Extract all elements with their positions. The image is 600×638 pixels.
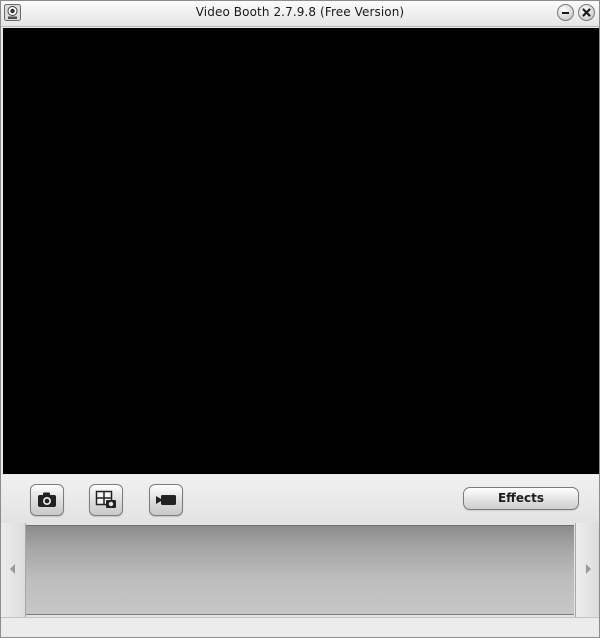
video-preview[interactable]: [3, 28, 599, 474]
record-video-button[interactable]: [149, 484, 183, 516]
multi-photo-button[interactable]: [89, 484, 123, 516]
title-bar[interactable]: Video Booth 2.7.9.8 (Free Version): [1, 1, 599, 27]
close-icon: [582, 8, 591, 17]
effects-button[interactable]: Effects: [463, 487, 579, 510]
take-photo-button[interactable]: [30, 484, 64, 516]
video-camera-icon: [156, 495, 176, 505]
chevron-right-icon: [586, 564, 591, 574]
chevron-left-icon: [10, 564, 15, 574]
app-window: Video Booth 2.7.9.8 (Free Version) Effec…: [0, 0, 600, 638]
capture-toolbar: Effects: [1, 475, 599, 523]
photo-grid-icon: [95, 490, 116, 508]
gallery-scroll-left-button[interactable]: [1, 523, 26, 617]
gallery-scroll-right-button[interactable]: [575, 523, 599, 617]
minimize-icon: [562, 12, 569, 14]
camera-icon: [38, 492, 56, 507]
minimize-button[interactable]: [557, 4, 574, 21]
thumbnail-strip[interactable]: [26, 525, 574, 615]
window-title: Video Booth 2.7.9.8 (Free Version): [195, 5, 405, 19]
status-bar: [1, 617, 599, 637]
close-button[interactable]: [578, 4, 595, 21]
photo-gallery: [1, 523, 599, 617]
